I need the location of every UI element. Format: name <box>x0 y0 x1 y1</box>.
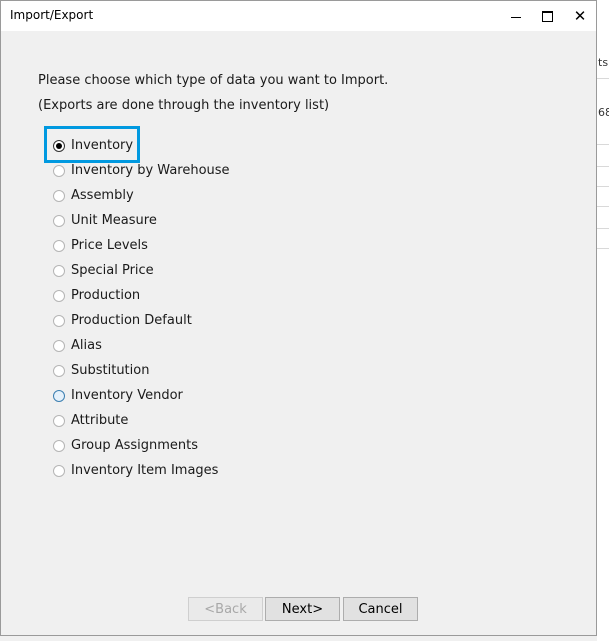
import-option[interactable]: Alias <box>53 333 230 358</box>
radio-button[interactable] <box>53 389 65 402</box>
option-label: Unit Measure <box>71 213 157 228</box>
import-option[interactable]: Unit Measure <box>53 208 230 233</box>
radio-button[interactable] <box>53 314 65 327</box>
import-option[interactable]: Substitution <box>53 358 230 383</box>
option-label: Inventory Vendor <box>71 388 183 403</box>
option-label: Assembly <box>71 188 134 203</box>
radio-button[interactable] <box>53 289 65 302</box>
background-divider <box>597 144 609 145</box>
close-icon: ✕ <box>573 6 587 25</box>
background-app-strip: ts 68 <box>597 0 609 641</box>
maximize-icon <box>541 10 553 22</box>
option-label: Inventory <box>71 138 134 153</box>
import-option[interactable]: Inventory Vendor <box>53 383 230 408</box>
minimize-icon <box>511 16 521 18</box>
background-text-fragment: 68 <box>598 106 609 119</box>
option-label: Substitution <box>71 363 150 378</box>
import-option[interactable]: Special Price <box>53 258 230 283</box>
radio-button[interactable] <box>53 214 65 227</box>
radio-button[interactable] <box>53 364 65 377</box>
radio-button[interactable] <box>53 439 65 452</box>
import-option[interactable]: Assembly <box>53 183 230 208</box>
option-label: Inventory Item Images <box>71 463 219 478</box>
radio-button[interactable] <box>53 339 65 352</box>
instruction-text: Please choose which type of data you wan… <box>38 73 389 88</box>
option-label: Production <box>71 288 141 303</box>
radio-button[interactable] <box>53 464 65 477</box>
radio-button[interactable] <box>53 414 65 427</box>
radio-button[interactable] <box>53 139 65 152</box>
background-divider <box>597 186 609 187</box>
close-button[interactable]: ✕ <box>563 1 597 31</box>
option-label: Attribute <box>71 413 129 428</box>
option-label: Group Assignments <box>71 438 199 453</box>
background-divider <box>597 78 609 79</box>
radio-button[interactable] <box>53 264 65 277</box>
option-label: Inventory by Warehouse <box>71 163 230 178</box>
background-divider <box>597 228 609 229</box>
next-button[interactable]: Next> <box>265 597 340 621</box>
import-option[interactable]: Group Assignments <box>53 433 230 458</box>
import-option[interactable]: Attribute <box>53 408 230 433</box>
back-button[interactable]: <Back <box>188 597 263 621</box>
import-option[interactable]: Inventory by Warehouse <box>53 158 230 183</box>
maximize-button[interactable] <box>530 1 564 31</box>
minimize-button[interactable] <box>499 1 533 31</box>
option-label: Alias <box>71 338 102 353</box>
window-title: Import/Export <box>10 8 94 22</box>
radio-button[interactable] <box>53 164 65 177</box>
background-text-fragment: ts <box>598 56 609 69</box>
import-option[interactable]: Production <box>53 283 230 308</box>
import-export-dialog: Import/Export ✕ Please choose which type… <box>0 0 597 636</box>
import-option[interactable]: Inventory <box>44 126 230 163</box>
background-divider <box>597 206 609 207</box>
background-divider <box>597 248 609 249</box>
export-note-text: (Exports are done through the inventory … <box>38 98 330 113</box>
radio-button[interactable] <box>53 239 65 252</box>
import-option[interactable]: Price Levels <box>53 233 230 258</box>
option-label: Price Levels <box>71 238 148 253</box>
background-divider <box>597 166 609 167</box>
import-option[interactable]: Inventory Item Images <box>53 458 230 483</box>
radio-button[interactable] <box>53 189 65 202</box>
option-label: Production Default <box>71 313 192 328</box>
cancel-button[interactable]: Cancel <box>343 597 418 621</box>
import-option[interactable]: Production Default <box>53 308 230 333</box>
option-label: Special Price <box>71 263 154 278</box>
import-type-radio-group: Inventory Inventory by Warehouse Assembly U… <box>44 126 230 483</box>
title-bar[interactable]: Import/Export ✕ <box>1 1 596 31</box>
